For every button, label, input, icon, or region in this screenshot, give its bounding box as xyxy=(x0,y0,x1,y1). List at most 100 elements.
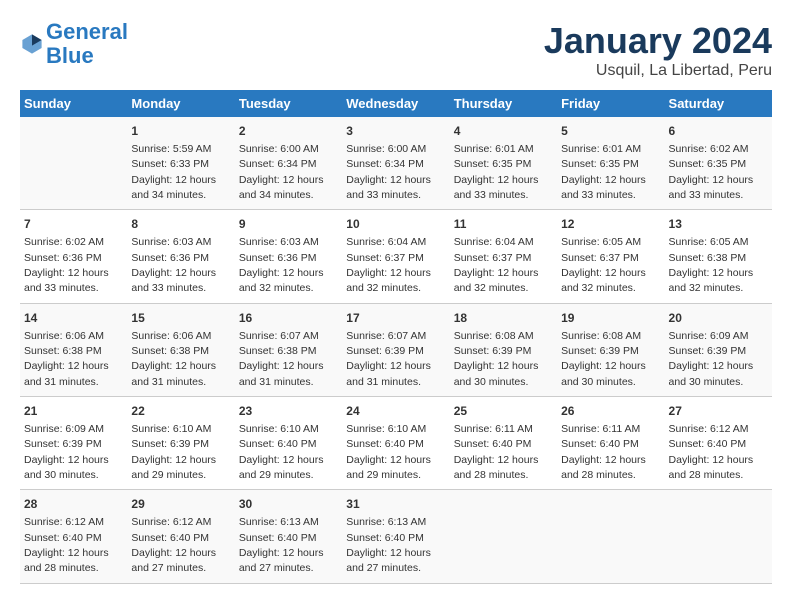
calendar-header: SundayMondayTuesdayWednesdayThursdayFrid… xyxy=(20,90,772,117)
day-number: 12 xyxy=(561,216,660,233)
day-number: 13 xyxy=(669,216,768,233)
calendar-cell: 2 Sunrise: 6:00 AMSunset: 6:34 PMDayligh… xyxy=(235,117,342,210)
logo-icon xyxy=(20,32,44,56)
day-number: 11 xyxy=(454,216,553,233)
calendar-cell: 8 Sunrise: 6:03 AMSunset: 6:36 PMDayligh… xyxy=(127,210,234,303)
calendar-cell: 21 Sunrise: 6:09 AMSunset: 6:39 PMDaylig… xyxy=(20,397,127,490)
page-header: General Blue January 2024 Usquil, La Lib… xyxy=(20,20,772,80)
day-number: 9 xyxy=(239,216,338,233)
day-info: Sunrise: 6:05 AMSunset: 6:37 PMDaylight:… xyxy=(561,236,646,294)
day-info: Sunrise: 6:03 AMSunset: 6:36 PMDaylight:… xyxy=(239,236,324,294)
logo: General Blue xyxy=(20,20,128,68)
calendar-cell: 19 Sunrise: 6:08 AMSunset: 6:39 PMDaylig… xyxy=(557,303,664,396)
day-info: Sunrise: 6:12 AMSunset: 6:40 PMDaylight:… xyxy=(131,516,216,574)
day-number: 18 xyxy=(454,310,553,327)
day-info: Sunrise: 6:10 AMSunset: 6:39 PMDaylight:… xyxy=(131,423,216,481)
calendar-cell: 28 Sunrise: 6:12 AMSunset: 6:40 PMDaylig… xyxy=(20,490,127,583)
column-header-sunday: Sunday xyxy=(20,90,127,117)
day-info: Sunrise: 6:08 AMSunset: 6:39 PMDaylight:… xyxy=(561,330,646,388)
day-info: Sunrise: 6:01 AMSunset: 6:35 PMDaylight:… xyxy=(454,143,539,201)
day-info: Sunrise: 6:12 AMSunset: 6:40 PMDaylight:… xyxy=(24,516,109,574)
calendar-cell: 31 Sunrise: 6:13 AMSunset: 6:40 PMDaylig… xyxy=(342,490,449,583)
day-number: 20 xyxy=(669,310,768,327)
day-number: 5 xyxy=(561,123,660,140)
calendar-cell: 18 Sunrise: 6:08 AMSunset: 6:39 PMDaylig… xyxy=(450,303,557,396)
day-info: Sunrise: 6:02 AMSunset: 6:35 PMDaylight:… xyxy=(669,143,754,201)
calendar-cell: 5 Sunrise: 6:01 AMSunset: 6:35 PMDayligh… xyxy=(557,117,664,210)
day-number: 4 xyxy=(454,123,553,140)
day-number: 16 xyxy=(239,310,338,327)
day-info: Sunrise: 6:12 AMSunset: 6:40 PMDaylight:… xyxy=(669,423,754,481)
day-info: Sunrise: 6:02 AMSunset: 6:36 PMDaylight:… xyxy=(24,236,109,294)
week-row-3: 14 Sunrise: 6:06 AMSunset: 6:38 PMDaylig… xyxy=(20,303,772,396)
subtitle: Usquil, La Libertad, Peru xyxy=(544,62,772,80)
calendar-cell: 26 Sunrise: 6:11 AMSunset: 6:40 PMDaylig… xyxy=(557,397,664,490)
calendar-cell: 24 Sunrise: 6:10 AMSunset: 6:40 PMDaylig… xyxy=(342,397,449,490)
day-info: Sunrise: 6:06 AMSunset: 6:38 PMDaylight:… xyxy=(24,330,109,388)
calendar-cell: 15 Sunrise: 6:06 AMSunset: 6:38 PMDaylig… xyxy=(127,303,234,396)
title-block: January 2024 Usquil, La Libertad, Peru xyxy=(544,20,772,80)
day-number: 28 xyxy=(24,496,123,513)
day-info: Sunrise: 6:08 AMSunset: 6:39 PMDaylight:… xyxy=(454,330,539,388)
header-row: SundayMondayTuesdayWednesdayThursdayFrid… xyxy=(20,90,772,117)
calendar-cell: 6 Sunrise: 6:02 AMSunset: 6:35 PMDayligh… xyxy=(665,117,772,210)
day-number: 31 xyxy=(346,496,445,513)
week-row-1: 1 Sunrise: 5:59 AMSunset: 6:33 PMDayligh… xyxy=(20,117,772,210)
calendar-cell: 14 Sunrise: 6:06 AMSunset: 6:38 PMDaylig… xyxy=(20,303,127,396)
calendar-cell: 13 Sunrise: 6:05 AMSunset: 6:38 PMDaylig… xyxy=(665,210,772,303)
day-number: 24 xyxy=(346,403,445,420)
column-header-tuesday: Tuesday xyxy=(235,90,342,117)
calendar-cell: 20 Sunrise: 6:09 AMSunset: 6:39 PMDaylig… xyxy=(665,303,772,396)
day-info: Sunrise: 6:07 AMSunset: 6:38 PMDaylight:… xyxy=(239,330,324,388)
day-number: 23 xyxy=(239,403,338,420)
calendar-cell: 27 Sunrise: 6:12 AMSunset: 6:40 PMDaylig… xyxy=(665,397,772,490)
day-info: Sunrise: 6:09 AMSunset: 6:39 PMDaylight:… xyxy=(669,330,754,388)
day-info: Sunrise: 6:05 AMSunset: 6:38 PMDaylight:… xyxy=(669,236,754,294)
calendar-cell: 1 Sunrise: 5:59 AMSunset: 6:33 PMDayligh… xyxy=(127,117,234,210)
day-number: 27 xyxy=(669,403,768,420)
calendar-cell xyxy=(20,117,127,210)
calendar-cell: 10 Sunrise: 6:04 AMSunset: 6:37 PMDaylig… xyxy=(342,210,449,303)
day-number: 1 xyxy=(131,123,230,140)
day-info: Sunrise: 6:00 AMSunset: 6:34 PMDaylight:… xyxy=(239,143,324,201)
calendar-cell: 23 Sunrise: 6:10 AMSunset: 6:40 PMDaylig… xyxy=(235,397,342,490)
day-number: 8 xyxy=(131,216,230,233)
day-number: 21 xyxy=(24,403,123,420)
calendar-cell: 4 Sunrise: 6:01 AMSunset: 6:35 PMDayligh… xyxy=(450,117,557,210)
calendar-table: SundayMondayTuesdayWednesdayThursdayFrid… xyxy=(20,90,772,584)
calendar-cell: 17 Sunrise: 6:07 AMSunset: 6:39 PMDaylig… xyxy=(342,303,449,396)
day-number: 22 xyxy=(131,403,230,420)
day-info: Sunrise: 6:07 AMSunset: 6:39 PMDaylight:… xyxy=(346,330,431,388)
calendar-cell xyxy=(557,490,664,583)
day-info: Sunrise: 6:06 AMSunset: 6:38 PMDaylight:… xyxy=(131,330,216,388)
day-info: Sunrise: 6:01 AMSunset: 6:35 PMDaylight:… xyxy=(561,143,646,201)
day-info: Sunrise: 6:00 AMSunset: 6:34 PMDaylight:… xyxy=(346,143,431,201)
day-info: Sunrise: 6:13 AMSunset: 6:40 PMDaylight:… xyxy=(239,516,324,574)
day-number: 26 xyxy=(561,403,660,420)
day-info: Sunrise: 5:59 AMSunset: 6:33 PMDaylight:… xyxy=(131,143,216,201)
calendar-cell: 12 Sunrise: 6:05 AMSunset: 6:37 PMDaylig… xyxy=(557,210,664,303)
day-info: Sunrise: 6:04 AMSunset: 6:37 PMDaylight:… xyxy=(454,236,539,294)
column-header-wednesday: Wednesday xyxy=(342,90,449,117)
day-number: 2 xyxy=(239,123,338,140)
day-info: Sunrise: 6:10 AMSunset: 6:40 PMDaylight:… xyxy=(239,423,324,481)
week-row-4: 21 Sunrise: 6:09 AMSunset: 6:39 PMDaylig… xyxy=(20,397,772,490)
column-header-monday: Monday xyxy=(127,90,234,117)
calendar-cell: 25 Sunrise: 6:11 AMSunset: 6:40 PMDaylig… xyxy=(450,397,557,490)
day-info: Sunrise: 6:11 AMSunset: 6:40 PMDaylight:… xyxy=(561,423,646,481)
week-row-2: 7 Sunrise: 6:02 AMSunset: 6:36 PMDayligh… xyxy=(20,210,772,303)
calendar-body: 1 Sunrise: 5:59 AMSunset: 6:33 PMDayligh… xyxy=(20,117,772,583)
calendar-cell: 7 Sunrise: 6:02 AMSunset: 6:36 PMDayligh… xyxy=(20,210,127,303)
calendar-cell: 16 Sunrise: 6:07 AMSunset: 6:38 PMDaylig… xyxy=(235,303,342,396)
calendar-cell: 22 Sunrise: 6:10 AMSunset: 6:39 PMDaylig… xyxy=(127,397,234,490)
day-number: 30 xyxy=(239,496,338,513)
calendar-cell xyxy=(665,490,772,583)
column-header-friday: Friday xyxy=(557,90,664,117)
column-header-thursday: Thursday xyxy=(450,90,557,117)
day-info: Sunrise: 6:04 AMSunset: 6:37 PMDaylight:… xyxy=(346,236,431,294)
day-number: 14 xyxy=(24,310,123,327)
main-title: January 2024 xyxy=(544,20,772,62)
calendar-cell xyxy=(450,490,557,583)
day-info: Sunrise: 6:03 AMSunset: 6:36 PMDaylight:… xyxy=(131,236,216,294)
day-number: 3 xyxy=(346,123,445,140)
